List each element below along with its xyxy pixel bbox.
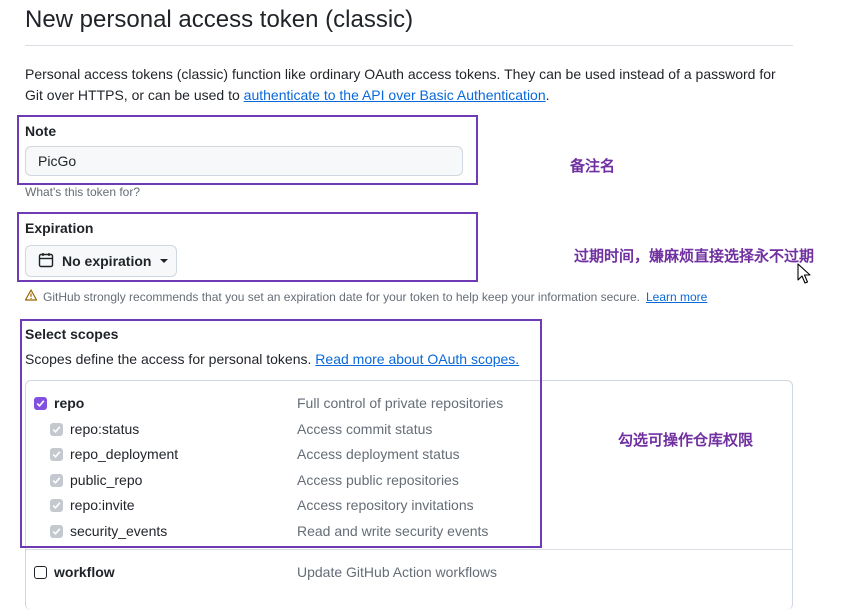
note-highlight-box: [17, 115, 478, 185]
page-description: Personal access tokens (classic) functio…: [25, 64, 795, 106]
expiration-warning-text: GitHub strongly recommends that you set …: [43, 289, 640, 304]
expiration-warning: GitHub strongly recommends that you set …: [24, 289, 707, 304]
scopes-annotation: 勾选可操作仓库权限: [618, 431, 754, 449]
expiration-highlight-box: [17, 212, 478, 282]
expiration-annotation: 过期时间，嫌麻烦直接选择永不过期: [574, 247, 815, 265]
page-title: New personal access token (classic): [25, 6, 414, 33]
basic-auth-link[interactable]: authenticate to the API over Basic Authe…: [244, 87, 546, 103]
note-annotation: 备注名: [570, 157, 616, 175]
scope-name-workflow: workflow: [54, 564, 115, 580]
title-divider: [25, 45, 793, 46]
learn-more-link[interactable]: Learn more: [646, 290, 707, 304]
workflow-checkbox[interactable]: [34, 566, 47, 579]
scopes-highlight-box: [20, 319, 542, 548]
scope-desc-workflow: Update GitHub Action workflows: [297, 564, 497, 580]
checkbox-box: [34, 566, 47, 579]
mouse-cursor-icon: [797, 263, 811, 290]
page-description-end: .: [545, 87, 550, 103]
alert-icon: [24, 289, 38, 304]
note-hint: What's this token for?: [25, 185, 141, 199]
scopes-divider: [26, 549, 792, 550]
